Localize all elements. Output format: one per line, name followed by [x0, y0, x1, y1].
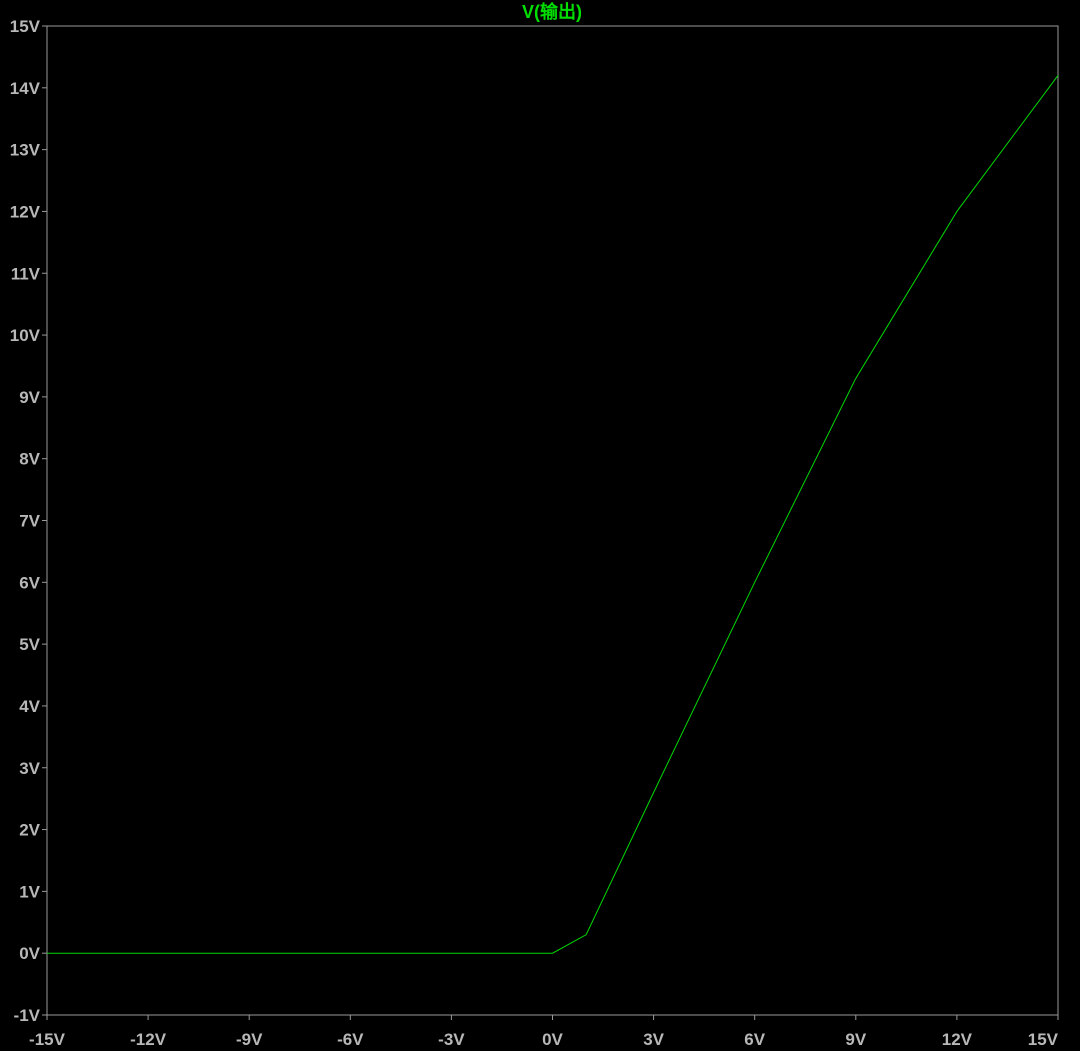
x-axis-labels: -15V -12V -9V -6V -3V 0V 3V 6V 9V 12V 15V	[29, 1030, 1059, 1049]
x-tick-label: -9V	[236, 1030, 263, 1049]
x-tick-label: -6V	[337, 1030, 364, 1049]
y-tick-label: 15V	[10, 17, 41, 36]
x-tick-label: 12V	[942, 1030, 973, 1049]
y-tick-label: 14V	[10, 79, 41, 98]
x-axis-ticks	[46, 1015, 1059, 1020]
y-tick-label: 12V	[10, 202, 41, 221]
y-tick-label: 13V	[10, 141, 41, 160]
y-axis-ticks	[42, 25, 47, 1016]
y-tick-label: 2V	[19, 821, 40, 840]
x-tick-label: 6V	[744, 1030, 765, 1049]
y-tick-label: 1V	[19, 882, 40, 901]
y-tick-label: 4V	[19, 697, 40, 716]
x-tick-label: 3V	[643, 1030, 664, 1049]
x-tick-label: -15V	[29, 1030, 66, 1049]
plot-frame	[46, 25, 1059, 1016]
traces	[47, 75, 1059, 954]
y-tick-label: -1V	[14, 1006, 41, 1025]
y-axis-labels: -1V 0V 1V 2V 3V 4V 5V 6V 7V 8V 9V 10V 11V 12V 13V 14V 15…	[10, 17, 41, 1025]
y-tick-label: 10V	[10, 326, 41, 345]
chart-root: V(输出) -15V -12V -9V -6V -3V 0V 3V 6V 9V 12V 15V -1…	[0, 0, 1080, 1051]
y-tick-label: 0V	[19, 944, 40, 963]
x-tick-label: -3V	[438, 1030, 465, 1049]
y-tick-label: 8V	[19, 450, 40, 469]
y-tick-label: 3V	[19, 759, 40, 778]
x-tick-label: -12V	[130, 1030, 167, 1049]
x-tick-label: 15V	[1028, 1030, 1059, 1049]
chart-plot: V(输出) -15V -12V -9V -6V -3V 0V 3V 6V 9V 12V 15V -1…	[10, 1, 1059, 1049]
series-line	[47, 75, 1059, 954]
y-tick-label: 5V	[19, 635, 40, 654]
y-tick-label: 6V	[19, 573, 40, 592]
x-tick-label: 0V	[542, 1030, 563, 1049]
y-tick-label: 7V	[19, 512, 40, 531]
chart-title: V(输出)	[522, 1, 582, 22]
x-tick-label: 9V	[845, 1030, 866, 1049]
y-tick-label: 11V	[11, 264, 41, 283]
y-tick-label: 9V	[19, 388, 40, 407]
